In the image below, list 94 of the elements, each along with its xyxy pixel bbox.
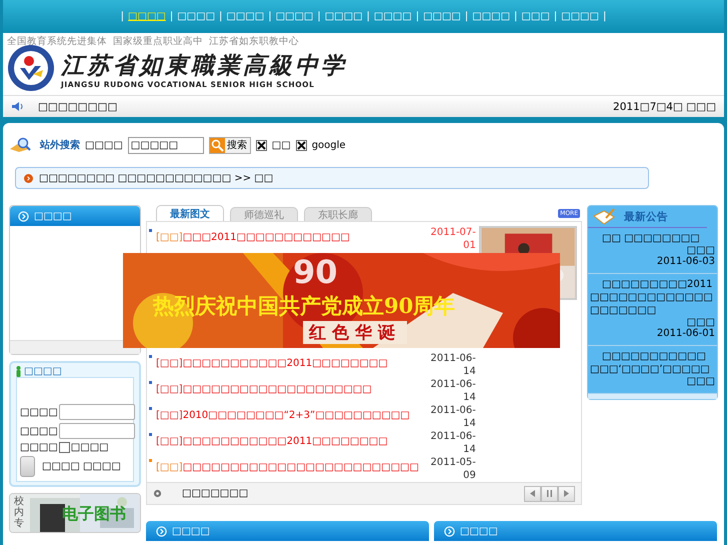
- option-label: □□□□: [70, 442, 109, 453]
- right-triangle-icon: [564, 490, 569, 497]
- pause-icon: [547, 490, 552, 497]
- search-button[interactable]: 搜索: [208, 136, 251, 154]
- caption-text: □□□□□□□: [182, 488, 248, 499]
- search-label: □□□□: [85, 140, 123, 150]
- notice-author: □□□: [686, 376, 715, 387]
- option-label: google: [312, 140, 346, 150]
- school-name: 江苏省如東職業高級中学: [61, 52, 347, 80]
- checkbox[interactable]: [58, 442, 70, 453]
- separator: |: [514, 11, 518, 22]
- search-title: 站外搜索: [40, 138, 80, 152]
- search-field[interactable]: □□□□□: [128, 136, 204, 154]
- tab[interactable]: 东职长廊: [304, 207, 372, 221]
- news-date: 2011-07-01: [430, 226, 476, 252]
- notice-text[interactable]: □□□□□□□□□2011□□□□□□□□□□□□□□□□□□□□: [590, 278, 715, 317]
- nav-link[interactable]: □□□□: [472, 11, 510, 22]
- news-tag: [□□]: [156, 232, 183, 243]
- notice-text[interactable]: □□□□□□□□□□□□□□‘□□□□’□□□□□: [590, 350, 715, 376]
- previous-button[interactable]: [524, 486, 541, 502]
- nav-link[interactable]: □□□□: [177, 11, 216, 22]
- news-date: 2011-06-14: [430, 404, 476, 430]
- user-icon: [16, 366, 21, 377]
- notice-author: □□□: [686, 317, 715, 328]
- tagline: 全国教育系统先进集体 国家级重点职业高中 江苏省如东职教中心: [7, 35, 300, 48]
- news-tag: [□□]: [156, 410, 183, 421]
- date-text: 2011□7□4□ □□□: [613, 100, 716, 112]
- separator: |: [554, 11, 558, 22]
- notepad-icon: [592, 208, 616, 226]
- login-button[interactable]: [20, 456, 35, 477]
- gear-icon: [153, 489, 162, 498]
- separator: |: [120, 11, 124, 22]
- left-triangle-icon: [530, 490, 535, 497]
- news-title[interactable]: □□□□□□□□□□□2011□□□□□□□□: [182, 358, 422, 369]
- panel-title: □□□□: [34, 210, 72, 222]
- pause-button[interactable]: [541, 486, 558, 502]
- input-field[interactable]: [58, 423, 135, 439]
- link-text[interactable]: □□□□ □□□□: [42, 461, 121, 472]
- news-date: 2011-06-14: [430, 352, 476, 378]
- news-date: 2011-05-09: [430, 456, 476, 482]
- separator: |: [170, 11, 174, 22]
- news-tag: [□□]: [156, 462, 183, 473]
- separator: |: [602, 11, 606, 22]
- field-label: □□□□: [20, 406, 58, 418]
- panel-title: □□□□: [460, 526, 498, 536]
- checkbox[interactable]: [256, 140, 267, 150]
- speaker-icon: [11, 101, 24, 112]
- notice-author: □□□: [686, 245, 715, 256]
- field-label: □□□□: [20, 442, 58, 453]
- separator: |: [366, 11, 370, 22]
- option-label: □□: [272, 140, 291, 150]
- news-tag: [□□]: [156, 358, 183, 369]
- news-title[interactable]: 2010□□□□□□□□“2+3”□□□□□□□□□□: [182, 410, 422, 421]
- notice-date: 2011-06-01: [656, 328, 715, 339]
- nav-link[interactable]: □□□□: [324, 11, 363, 22]
- school-logo: [7, 44, 55, 92]
- nav-link[interactable]: □□□: [521, 11, 550, 22]
- news-title[interactable]: □□□2011□□□□□□□□□□□□: [182, 232, 422, 243]
- nav-link[interactable]: □□□□: [226, 11, 264, 22]
- notice-title: 最新公告: [624, 210, 668, 224]
- news-tag: [□□]: [156, 384, 183, 395]
- separator: |: [416, 11, 420, 22]
- next-button[interactable]: [558, 486, 575, 502]
- nav-link[interactable]: □□□□: [276, 11, 314, 22]
- news-date: 2011-06-14: [430, 378, 476, 404]
- news-tag: [□□]: [156, 436, 183, 447]
- news-date: 2011-06-14: [430, 430, 476, 456]
- news-title[interactable]: □□□□□□□□□□□□□□□□□□□□: [182, 384, 422, 395]
- field-label: □□□□: [20, 426, 58, 436]
- news-title[interactable]: □□□□□□□□□□□2011□□□□□□□□: [182, 436, 422, 447]
- login-title: □□□□: [24, 366, 62, 377]
- anniversary-number: 90: [293, 253, 338, 291]
- nav-link[interactable]: □□□□: [374, 11, 412, 22]
- tab[interactable]: 师德巡礼: [230, 207, 298, 221]
- scrolling-message: □□□□□□□□: [38, 100, 118, 112]
- nav-link[interactable]: □□□□: [128, 11, 166, 22]
- news-title[interactable]: □□□□□□□□□□□□□□□□□□□□□□□□□: [182, 462, 422, 473]
- breadcrumb-text: □□□□□□□□ □□□□□□□□□□□□ >> □□: [39, 172, 274, 184]
- search-icon: [210, 138, 225, 152]
- separator: |: [219, 11, 222, 22]
- notice-date: 2011-06-03: [656, 256, 715, 267]
- separator: |: [268, 11, 272, 22]
- banner-side-text: 校内专: [14, 496, 24, 529]
- nav-link[interactable]: □□□□: [561, 11, 599, 22]
- banner-subtitle: 红色华诞: [303, 321, 407, 344]
- panel-title: □□□□: [172, 526, 210, 536]
- tab[interactable]: 最新图文: [156, 205, 224, 221]
- notice-text[interactable]: □□ □□□□□□□□: [590, 232, 715, 245]
- arrow-icon: [24, 174, 33, 182]
- checkbox[interactable]: [296, 140, 307, 150]
- separator: |: [317, 11, 321, 22]
- input-field[interactable]: [58, 404, 135, 420]
- nav-link[interactable]: □□□□: [423, 11, 461, 22]
- separator: |: [464, 11, 468, 22]
